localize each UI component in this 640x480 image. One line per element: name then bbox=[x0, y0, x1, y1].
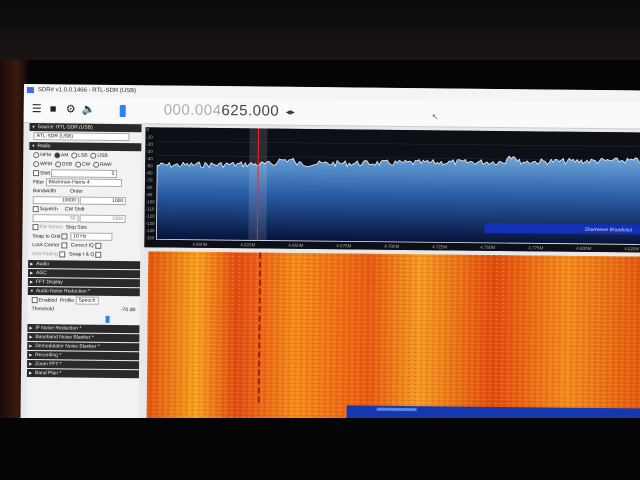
y-tick-label: -50 bbox=[146, 163, 153, 168]
fm-stereo-checkbox[interactable] bbox=[32, 223, 39, 230]
lock-carrier-checkbox[interactable] bbox=[60, 242, 67, 249]
shift-checkbox[interactable] bbox=[33, 170, 40, 177]
plugin-band-plan[interactable]: Band Plan * bbox=[26, 369, 140, 379]
app-icon bbox=[26, 87, 34, 94]
section-fft-display[interactable]: FFT Display bbox=[27, 278, 140, 288]
cw-shift-input[interactable]: 1000 bbox=[79, 214, 127, 224]
radio-raw[interactable] bbox=[93, 161, 100, 168]
x-tick-label: 4.625M bbox=[240, 242, 255, 247]
filter-select[interactable]: Blackman-Harris 4 bbox=[45, 178, 122, 188]
x-tick-label: 4.750M bbox=[480, 245, 495, 250]
x-tick-label: 4.700M bbox=[384, 244, 399, 249]
radio-am[interactable] bbox=[53, 151, 60, 159]
sdr-window: SDR# v1.0.0.1466 - RTL-SDR (USB) ☰ ■ ⚙ 🔈… bbox=[20, 84, 640, 427]
radio-nfm[interactable] bbox=[33, 151, 40, 158]
correct-iq-checkbox[interactable] bbox=[95, 242, 102, 249]
plugin-recording[interactable]: Recording * bbox=[27, 351, 140, 361]
x-tick-label: 4.800M bbox=[576, 246, 591, 251]
bandwidth-input[interactable]: 10000 bbox=[32, 196, 79, 205]
monitor-bezel-top bbox=[0, 0, 640, 60]
frequency-display[interactable]: 000.004625.000 bbox=[164, 101, 280, 119]
source-select[interactable]: RTL-SDR (USB) bbox=[33, 132, 130, 142]
plugin-if-noise-reduction[interactable]: IF Noise Reduction * bbox=[27, 324, 140, 334]
stop-icon[interactable]: ■ bbox=[50, 102, 57, 116]
section-audio-noise-reduction[interactable]: Audio Noise Reduction * bbox=[27, 287, 140, 297]
y-tick-label: -150 bbox=[145, 235, 155, 240]
y-tick-label: -100 bbox=[146, 199, 156, 204]
section-audio[interactable]: Audio bbox=[28, 260, 141, 270]
window-title: SDR# v1.0.0.1466 - RTL-SDR (USB) bbox=[37, 87, 137, 95]
y-tick-label: -120 bbox=[146, 214, 156, 219]
section-agc[interactable]: AGC bbox=[27, 269, 141, 279]
radio-dsb[interactable] bbox=[54, 160, 61, 168]
snap-checkbox[interactable] bbox=[61, 233, 68, 240]
plugin-demodulator-noise-blanker[interactable]: Demodulator Noise Blanker * bbox=[27, 342, 140, 352]
radio-wfm[interactable] bbox=[33, 160, 40, 167]
y-tick-label: -60 bbox=[146, 170, 153, 175]
waterfall-plot bbox=[146, 251, 640, 427]
speaker-icon[interactable]: 🔈 bbox=[82, 103, 96, 117]
radio-cw[interactable] bbox=[74, 161, 81, 168]
x-tick-label: 4.775M bbox=[528, 245, 543, 250]
y-tick-label: -30 bbox=[146, 149, 153, 154]
y-tick-label: -40 bbox=[146, 156, 153, 161]
plugin-zoom-fft[interactable]: Zoom FFT * bbox=[27, 360, 140, 370]
radio-usb[interactable] bbox=[90, 152, 97, 159]
x-tick-label: 4.650M bbox=[288, 243, 303, 248]
anti-fading-checkbox[interactable] bbox=[59, 251, 66, 258]
y-tick-label: -90 bbox=[146, 192, 153, 197]
y-tick-label: -20 bbox=[146, 142, 153, 147]
squelch-checkbox[interactable] bbox=[32, 205, 39, 212]
y-tick-label: -70 bbox=[146, 178, 153, 183]
anr-profile-select[interactable]: Speech bbox=[75, 296, 99, 305]
x-tick-label: 4.725M bbox=[432, 244, 447, 249]
order-input[interactable]: 1000 bbox=[80, 196, 127, 206]
mouse-cursor-icon: ↖ bbox=[431, 112, 439, 122]
volume-slider[interactable] bbox=[119, 105, 126, 118]
y-tick-label: -130 bbox=[146, 221, 156, 226]
y-tick-label: -10 bbox=[146, 134, 153, 139]
gear-icon[interactable]: ⚙ bbox=[66, 102, 76, 116]
control-panel: Source: RTL-SDR (USB) RTL-SDR (USB) Radi… bbox=[26, 122, 142, 422]
frequency-step-arrows[interactable]: ◂▸ bbox=[286, 107, 295, 118]
section-radio[interactable]: Radio bbox=[29, 142, 142, 152]
anr-enabled-checkbox[interactable] bbox=[31, 297, 38, 304]
x-tick-label: 4.825M bbox=[624, 246, 639, 251]
waterfall-signal-streak bbox=[376, 407, 417, 412]
frequency-digits: 625.000 bbox=[221, 102, 280, 120]
spectrum-plot: Shortwave Broadcast 0-10-20-30-40-50-60-… bbox=[144, 127, 640, 253]
y-tick-label: -80 bbox=[146, 185, 153, 190]
y-tick-label: -140 bbox=[145, 228, 155, 233]
monitor-bezel-bottom bbox=[0, 418, 640, 480]
band-plan-label: Shortwave Broadcast bbox=[584, 227, 632, 234]
shift-input[interactable]: 0 bbox=[51, 169, 118, 178]
waterfall-display[interactable] bbox=[146, 251, 640, 427]
x-tick-label: 4.600M bbox=[192, 242, 207, 247]
x-tick-label: 4.675M bbox=[336, 243, 351, 248]
radio-lsb[interactable] bbox=[71, 152, 78, 159]
plugin-baseband-noise-blanker[interactable]: Baseband Noise Blanker * bbox=[27, 333, 140, 343]
spectrum-analyzer[interactable]: Shortwave Broadcast 0 -10 -20 -30 -40 -50 -60-… bbox=[144, 127, 640, 253]
swap-iq-checkbox[interactable] bbox=[95, 251, 102, 258]
y-tick-label: -110 bbox=[146, 206, 155, 211]
anr-threshold-value: -70 dB bbox=[120, 307, 136, 314]
anr-threshold-slider[interactable] bbox=[105, 315, 110, 323]
squelch-input[interactable]: 50 bbox=[32, 214, 79, 223]
step-size-select[interactable]: 10 Hz bbox=[70, 232, 113, 241]
frequency-leading: 000.004 bbox=[163, 101, 222, 120]
section-source[interactable]: Source: RTL-SDR (USB) bbox=[29, 123, 142, 133]
menu-icon[interactable]: ☰ bbox=[32, 102, 42, 116]
